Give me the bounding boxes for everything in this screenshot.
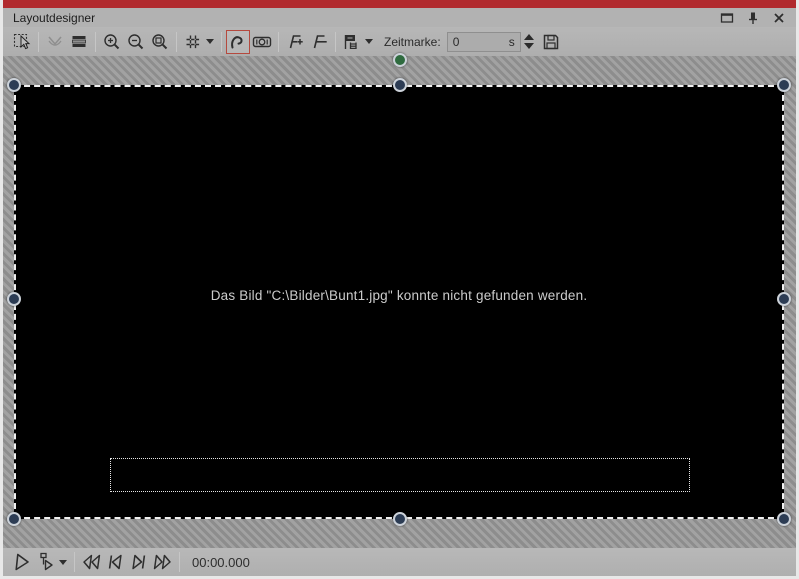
spinner-up-button[interactable] [523,34,534,40]
toolbar-separator [176,31,177,52]
zeitmarke-field: s [446,31,521,52]
zoom-fit-button[interactable] [148,30,172,54]
time-display: 00:00.000 [192,554,250,570]
missing-image-message: Das Bild "C:\Bilder\Bunt1.jpg" konnte ni… [210,288,588,303]
timemark-button[interactable] [340,30,364,54]
zoom-in-icon [104,33,120,49]
grid-icon [186,35,200,48]
play-button[interactable] [10,550,34,574]
toolbar-separator [38,31,39,52]
play-options-caret[interactable] [59,559,67,565]
titlebar[interactable]: Layoutdesigner [3,8,796,27]
toolbar-separator [221,31,222,52]
selected-image-object[interactable]: Das Bild "C:\Bilder\Bunt1.jpg" konnte ni… [14,85,784,519]
zeitmarke-input[interactable] [447,32,520,51]
fade-out-button[interactable] [307,30,331,54]
step-back-button[interactable] [103,550,127,574]
play-from-timemark-button[interactable] [34,550,58,574]
zoom-in-button[interactable] [100,30,124,54]
grid-button[interactable] [181,30,205,54]
select-tool-button[interactable] [10,30,34,54]
main-toolbar: Zeitmarke: s [3,27,796,56]
camera-pan-button[interactable] [250,30,274,54]
skip-to-start-icon [83,554,101,570]
resize-handle-middle-right[interactable] [777,292,791,306]
zoom-out-button[interactable] [124,30,148,54]
skip-to-end-button[interactable] [151,550,175,574]
panel-title: Layoutdesigner [13,10,96,25]
resize-handle-top-center[interactable] [393,78,407,92]
transport-separator [74,552,75,572]
skip-to-start-button[interactable] [79,550,103,574]
transport-bar: 00:00.000 [3,548,796,576]
zeitmarke-label: Zeitmarke: [384,34,441,49]
smooth-selection-button[interactable] [43,30,67,54]
pin-button[interactable] [744,10,762,26]
rotation-handle[interactable] [393,53,407,67]
maximize-button[interactable] [718,10,736,26]
close-icon [774,12,784,23]
layout-canvas[interactable]: Das Bild "C:\Bilder\Bunt1.jpg" konnte ni… [3,53,796,548]
zeitmarke-spinner [523,34,534,49]
resize-handle-top-left[interactable] [7,78,21,92]
layers-icon [72,35,86,47]
save-icon [543,34,558,49]
text-box-placeholder[interactable] [110,458,690,492]
resize-handle-bottom-center[interactable] [393,512,407,526]
panel-accent-bar [0,0,799,8]
zoom-out-icon [128,33,144,49]
window-controls [718,10,796,26]
resize-handle-bottom-right[interactable] [777,512,791,526]
close-button[interactable] [770,10,788,26]
camera-pan-icon [252,36,272,47]
smooth-selection-icon [48,36,62,46]
fade-out-icon [313,34,327,48]
step-back-icon [108,554,122,570]
save-button[interactable] [539,30,563,54]
toolbar-separator [335,31,336,52]
step-forward-button[interactable] [127,550,151,574]
layoutdesigner-panel: Layoutdesigner Zeitmarke: 0 s Das Bild "… [0,0,799,579]
toolbar-separator [95,31,96,52]
transport-separator [179,552,180,572]
resize-handle-top-right[interactable] [777,78,791,92]
step-forward-icon [132,554,146,570]
play-icon [15,553,29,571]
pin-icon [749,12,757,24]
fade-in-button[interactable] [283,30,307,54]
toolbar-separator [278,31,279,52]
play-from-timemark-icon [40,552,53,571]
skip-to-end-icon [153,554,171,570]
motion-path-button[interactable] [226,29,250,54]
timemark-icon [344,34,357,49]
timemark-dropdown-caret[interactable] [365,39,373,44]
layers-button[interactable] [67,30,91,54]
motion-path-icon [231,35,243,48]
panel-border-left [0,0,3,579]
resize-handle-bottom-left[interactable] [7,512,21,526]
resize-handle-middle-left[interactable] [7,292,21,306]
grid-dropdown-caret[interactable] [206,39,214,44]
maximize-icon [720,12,734,23]
select-tool-icon [13,33,31,49]
fade-in-icon [289,34,303,48]
spinner-down-button[interactable] [523,43,534,49]
zoom-fit-icon [152,33,168,49]
